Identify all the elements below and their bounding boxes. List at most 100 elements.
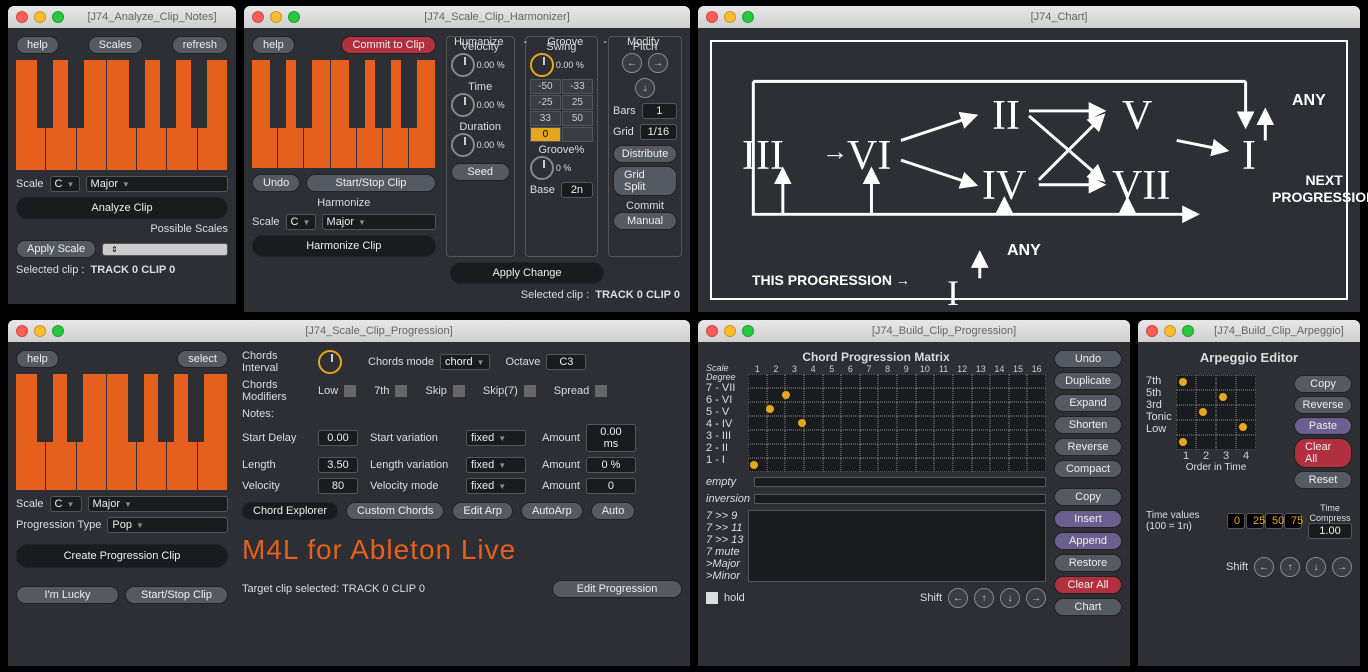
minimize-icon[interactable] bbox=[270, 11, 282, 23]
duration-knob[interactable] bbox=[451, 133, 475, 157]
swing-preset[interactable]: -33 bbox=[562, 79, 593, 94]
velocity-mode-select[interactable]: fixed▼ bbox=[466, 478, 526, 494]
im-lucky-button[interactable]: I'm Lucky bbox=[16, 586, 119, 604]
minimize-icon[interactable] bbox=[1164, 325, 1176, 337]
inversion-row[interactable] bbox=[754, 494, 1046, 504]
octave-value[interactable]: C3 bbox=[546, 354, 586, 370]
distribute-button[interactable]: Distribute bbox=[613, 145, 677, 163]
root-select[interactable]: C▼ bbox=[50, 496, 82, 512]
refresh-button[interactable]: refresh bbox=[172, 36, 228, 54]
keyboard[interactable] bbox=[16, 60, 228, 170]
zoom-icon[interactable] bbox=[52, 11, 64, 23]
clear-all-button[interactable]: Clear All bbox=[1294, 438, 1352, 468]
help-button[interactable]: help bbox=[16, 36, 59, 54]
time-knob[interactable] bbox=[451, 93, 475, 117]
shift-left-button[interactable]: ← bbox=[948, 588, 968, 608]
mode-select[interactable]: Major▼ bbox=[88, 496, 228, 512]
minimize-icon[interactable] bbox=[34, 325, 46, 337]
reverse-button[interactable]: Reverse bbox=[1294, 396, 1352, 414]
autoarp-button[interactable]: AutoArp bbox=[521, 502, 583, 520]
chords-mode-select[interactable]: chord▼ bbox=[440, 354, 489, 370]
velocity-value[interactable]: 80 bbox=[318, 478, 358, 494]
tv-4[interactable]: 75 bbox=[1284, 513, 1302, 529]
chords-interval-knob[interactable] bbox=[318, 350, 342, 374]
minimize-icon[interactable] bbox=[34, 11, 46, 23]
analyze-clip-button[interactable]: Analyze Clip bbox=[16, 197, 228, 219]
close-icon[interactable] bbox=[16, 11, 28, 23]
seed-button[interactable]: Seed bbox=[451, 163, 510, 181]
custom-chords-button[interactable]: Custom Chords bbox=[346, 502, 444, 520]
7th-checkbox[interactable] bbox=[395, 385, 407, 397]
chart-button[interactable]: Chart bbox=[1054, 598, 1122, 616]
chord-explorer-button[interactable]: Chord Explorer bbox=[242, 502, 338, 520]
titlebar[interactable]: [J74_Scale_Clip_Harmonizer] bbox=[244, 6, 690, 28]
length-variation-select[interactable]: fixed▼ bbox=[466, 457, 526, 473]
close-icon[interactable] bbox=[252, 11, 264, 23]
titlebar[interactable]: [J74_Build_Clip_Arpeggio] bbox=[1138, 320, 1360, 342]
swing-preset[interactable] bbox=[562, 127, 593, 142]
titlebar[interactable]: [J74_Chart] bbox=[698, 6, 1360, 28]
insert-button[interactable]: Insert bbox=[1054, 510, 1122, 528]
titlebar[interactable]: [J74_Analyze_Clip_Notes] bbox=[8, 6, 236, 28]
progression-matrix[interactable]: for(let i=0;i<112;i++)document.write('<d… bbox=[748, 374, 1046, 472]
root-select[interactable]: C▼ bbox=[50, 176, 80, 192]
duplicate-button[interactable]: Duplicate bbox=[1054, 372, 1122, 390]
progression-type-select[interactable]: Pop▼ bbox=[107, 517, 228, 533]
tv-3[interactable]: 50 bbox=[1265, 513, 1283, 529]
select-button[interactable]: select bbox=[177, 350, 228, 368]
zoom-icon[interactable] bbox=[742, 325, 754, 337]
shift-down-button[interactable]: ↓ bbox=[1000, 588, 1020, 608]
edit-arp-button[interactable]: Edit Arp bbox=[452, 502, 513, 520]
start-delay-value[interactable]: 0.00 bbox=[318, 430, 358, 446]
length-value[interactable]: 3.50 bbox=[318, 457, 358, 473]
expand-button[interactable]: Expand bbox=[1054, 394, 1122, 412]
base-value[interactable]: 2n bbox=[561, 182, 593, 198]
mode-select[interactable]: Major▼ bbox=[322, 214, 436, 230]
shift-left-button[interactable]: ← bbox=[1254, 557, 1274, 577]
shift-up-button[interactable]: ↑ bbox=[1280, 557, 1300, 577]
close-icon[interactable] bbox=[706, 325, 718, 337]
keyboard[interactable] bbox=[16, 374, 228, 490]
apply-change-button[interactable]: Apply Change bbox=[450, 262, 604, 284]
restore-button[interactable]: Restore bbox=[1054, 554, 1122, 572]
possible-scales-select[interactable]: ⇕ bbox=[102, 243, 228, 256]
skip7-checkbox[interactable] bbox=[524, 385, 536, 397]
pitch-up-button[interactable]: → bbox=[648, 53, 668, 73]
tv-1[interactable]: 0 bbox=[1227, 513, 1245, 529]
undo-button[interactable]: Undo bbox=[252, 174, 300, 192]
titlebar[interactable]: [J74_Scale_Clip_Progression] bbox=[8, 320, 690, 342]
copy-button[interactable]: Copy bbox=[1294, 375, 1352, 393]
swing-preset[interactable]: 25 bbox=[562, 95, 593, 110]
shorten-button[interactable]: Shorten bbox=[1054, 416, 1122, 434]
edit-progression-button[interactable]: Edit Progression bbox=[552, 580, 682, 598]
commit-button[interactable]: Commit to Clip bbox=[341, 36, 435, 54]
help-button[interactable]: help bbox=[252, 36, 295, 54]
amount-1-value[interactable]: 0.00 ms bbox=[586, 424, 636, 452]
close-icon[interactable] bbox=[706, 11, 718, 23]
scales-button[interactable]: Scales bbox=[88, 36, 143, 54]
mode-select[interactable]: Major▼ bbox=[86, 176, 228, 192]
zoom-icon[interactable] bbox=[288, 11, 300, 23]
swing-preset[interactable]: -50 bbox=[530, 79, 561, 94]
close-icon[interactable] bbox=[1146, 325, 1158, 337]
reset-button[interactable]: Reset bbox=[1294, 471, 1352, 489]
pitch-down-button[interactable]: ← bbox=[622, 53, 642, 73]
hold-checkbox[interactable] bbox=[706, 592, 718, 604]
swing-preset[interactable]: -25 bbox=[530, 95, 561, 110]
extra-matrix[interactable] bbox=[748, 510, 1046, 582]
zoom-icon[interactable] bbox=[52, 325, 64, 337]
swing-preset[interactable]: 33 bbox=[530, 111, 561, 126]
minimize-icon[interactable] bbox=[724, 325, 736, 337]
titlebar[interactable]: [J74_Build_Clip_Progression] bbox=[698, 320, 1130, 342]
amount-3-value[interactable]: 0 bbox=[586, 478, 636, 494]
empty-row[interactable] bbox=[754, 477, 1046, 487]
shift-up-button[interactable]: ↑ bbox=[974, 588, 994, 608]
keyboard[interactable] bbox=[252, 60, 436, 168]
swing-preset[interactable]: 50 bbox=[562, 111, 593, 126]
low-checkbox[interactable] bbox=[344, 385, 356, 397]
apply-scale-button[interactable]: Apply Scale bbox=[16, 240, 96, 258]
paste-button[interactable]: Paste bbox=[1294, 417, 1352, 435]
zoom-icon[interactable] bbox=[1182, 325, 1194, 337]
minimize-icon[interactable] bbox=[724, 11, 736, 23]
spread-checkbox[interactable] bbox=[595, 385, 607, 397]
